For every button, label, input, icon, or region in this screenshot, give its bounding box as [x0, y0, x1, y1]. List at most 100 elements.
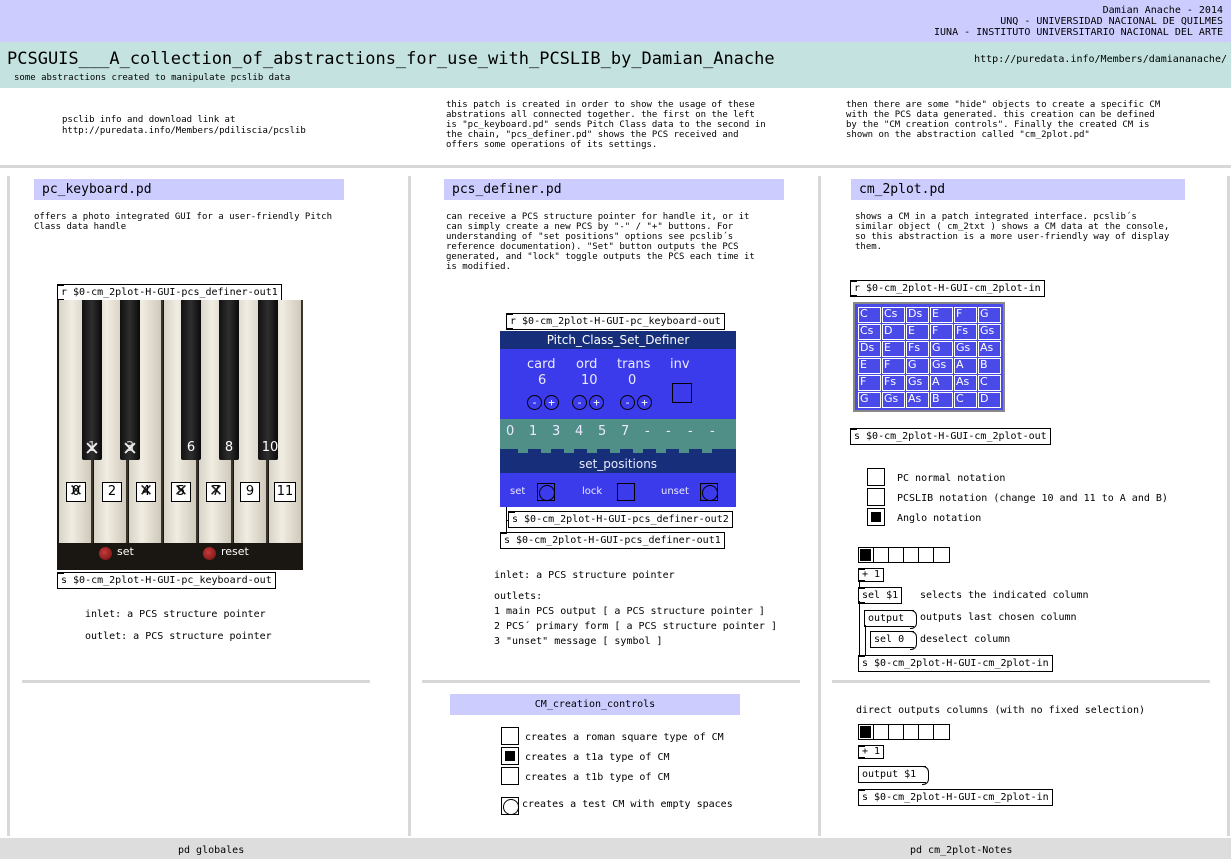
position-slot[interactable]: [587, 445, 597, 453]
black-key-number[interactable]: 1: [81, 438, 103, 460]
pcs-definer-gui: Pitch_Class_Set_Definer card ord trans i…: [500, 331, 736, 507]
black-key[interactable]: [82, 300, 102, 460]
intro-col1: psclib info and download link at http://…: [62, 115, 306, 136]
card-minus-button[interactable]: -: [527, 395, 542, 410]
position-value[interactable]: 3: [552, 424, 560, 439]
notation-anglo-toggle[interactable]: [867, 508, 885, 526]
black-key-number[interactable]: 3: [119, 438, 141, 460]
trans-plus-button[interactable]: +: [637, 395, 652, 410]
intro-col2: this patch is created in order to show t…: [446, 100, 766, 150]
set-button[interactable]: [99, 547, 112, 560]
black-key-number[interactable]: 10: [259, 440, 281, 455]
divider: [422, 680, 800, 683]
black-key[interactable]: [258, 300, 278, 460]
black-key-number[interactable]: 8: [218, 440, 240, 455]
position-value[interactable]: 4: [575, 424, 583, 439]
white-key-number[interactable]: 9: [240, 482, 260, 502]
position-slot[interactable]: [564, 445, 574, 453]
plus-one-object[interactable]: + 1: [858, 568, 885, 582]
pcs-definer-send1[interactable]: s $0-cm_2plot-H-GUI-pcs_definer-out1: [500, 532, 725, 549]
position-value[interactable]: 7: [621, 424, 629, 439]
position-slot[interactable]: [656, 445, 666, 453]
divider: [7, 176, 10, 836]
position-slot[interactable]: [679, 445, 689, 453]
reset-button[interactable]: [203, 547, 216, 560]
plus-one-object-2[interactable]: + 1: [858, 745, 885, 759]
column-radio-divider: [873, 547, 874, 563]
position-value[interactable]: -: [688, 424, 693, 439]
ord-minus-button[interactable]: -: [572, 395, 587, 410]
white-key-number-label: 0: [71, 484, 81, 499]
cm-t1a-toggle[interactable]: [501, 747, 519, 765]
notation-pcslib-toggle[interactable]: [867, 488, 885, 506]
notation-pc-toggle[interactable]: [867, 468, 885, 486]
section-title-pc-keyboard: pc_keyboard.pd: [34, 179, 344, 200]
pcs-definer-outlet1: 1 main PCS output [ a PCS structure poin…: [494, 606, 765, 617]
black-key-number[interactable]: 6: [180, 440, 202, 455]
white-key-number[interactable]: 11: [274, 482, 296, 502]
pcs-definer-send2[interactable]: s $0-cm_2plot-H-GUI-pcs_definer-out2: [508, 511, 733, 528]
white-key-number[interactable]: 0: [66, 482, 86, 502]
card-plus-button[interactable]: +: [544, 395, 559, 410]
pc-keyboard-gui[interactable]: 1 3 6 8 10 0 2 4 5 7 9 11 set reset: [57, 300, 303, 570]
cm-2plot-send-in[interactable]: s $0-cm_2plot-H-GUI-cm_2plot-in: [858, 655, 1053, 672]
white-key-number[interactable]: 2: [102, 482, 122, 502]
position-slot[interactable]: [541, 445, 551, 453]
white-key-number[interactable]: 7: [206, 482, 226, 502]
cm-test-bang[interactable]: [501, 797, 519, 815]
column-radio-divider: [903, 724, 904, 740]
unset-bang[interactable]: [700, 483, 718, 501]
inv-toggle[interactable]: [672, 383, 692, 403]
trans-value: 0: [628, 373, 637, 388]
cm-grid-cell: Gs: [930, 358, 953, 374]
cm-2plot-send-out[interactable]: s $0-cm_2plot-H-GUI-cm_2plot-out: [850, 428, 1051, 445]
position-value[interactable]: -: [645, 424, 650, 439]
position-value[interactable]: -: [666, 424, 671, 439]
pcs-set-bang[interactable]: [537, 483, 555, 501]
cm-grid-cell: Gs: [882, 392, 905, 408]
black-key[interactable]: [120, 300, 140, 460]
sel-object[interactable]: sel $1: [858, 587, 903, 604]
position-slot[interactable]: [610, 445, 620, 453]
cm-2plot-send-in-2[interactable]: s $0-cm_2plot-H-GUI-cm_2plot-in: [858, 789, 1053, 806]
position-value[interactable]: 1: [529, 424, 537, 439]
trans-minus-button[interactable]: -: [620, 395, 635, 410]
pd-globales-subpatch[interactable]: pd globales: [178, 845, 244, 856]
column-radio[interactable]: [858, 547, 950, 563]
output-comment: outputs last chosen column: [920, 612, 1077, 623]
position-value[interactable]: 5: [598, 424, 606, 439]
cm-t1b-toggle[interactable]: [501, 767, 519, 785]
cm-creation-title: CM_creation_controls: [450, 694, 740, 715]
pd-notes-subpatch[interactable]: pd cm_2plot-Notes: [910, 845, 1012, 856]
black-key[interactable]: [181, 300, 201, 460]
white-key-number[interactable]: 4: [136, 482, 156, 502]
position-value[interactable]: 0: [506, 424, 514, 439]
page-title: PCSGUIS___A_collection_of_abstractions_f…: [7, 49, 775, 69]
column-radio-divider: [873, 724, 874, 740]
white-key-number[interactable]: 5: [171, 482, 191, 502]
position-slot[interactable]: [633, 445, 643, 453]
cm-roman-toggle[interactable]: [501, 727, 519, 745]
pc-keyboard-receive[interactable]: r $0-cm_2plot-H-GUI-pcs_definer-out1: [57, 284, 282, 301]
output-message[interactable]: output: [864, 610, 918, 629]
cm-grid[interactable]: C Cs Ds E F G Cs D E F Fs Gs Ds E Fs G Gs As E F G Gs A B F Fs Gs A…: [853, 302, 1005, 412]
black-key[interactable]: [219, 300, 239, 460]
pcs-definer-desc: can receive a PCS structure pointer for …: [446, 212, 755, 272]
pc-keyboard-send[interactable]: s $0-cm_2plot-H-GUI-pc_keyboard-out: [57, 572, 276, 589]
position-value[interactable]: -: [710, 424, 715, 439]
column-radio-selected: [860, 549, 871, 561]
cm-grid-cell: C: [858, 307, 881, 323]
author-url[interactable]: http://puredata.info/Members/damiananach…: [974, 54, 1227, 65]
cm-2plot-receive[interactable]: r $0-cm_2plot-H-GUI-cm_2plot-in: [850, 280, 1045, 297]
position-slot[interactable]: [518, 445, 528, 453]
pcs-definer-receive[interactable]: r $0-cm_2plot-H-GUI-pc_keyboard-out: [506, 313, 725, 330]
lock-toggle[interactable]: [617, 483, 635, 501]
direct-column-radio[interactable]: [858, 724, 950, 740]
sel0-message[interactable]: sel 0: [870, 631, 918, 650]
ord-plus-button[interactable]: +: [589, 395, 604, 410]
cm-grid-cell: E: [930, 307, 953, 323]
position-slot[interactable]: [702, 445, 712, 453]
output-dollar-message[interactable]: output $1: [858, 766, 930, 785]
cm-grid-cell: E: [882, 341, 905, 357]
cm-grid-cell: As: [906, 392, 929, 408]
